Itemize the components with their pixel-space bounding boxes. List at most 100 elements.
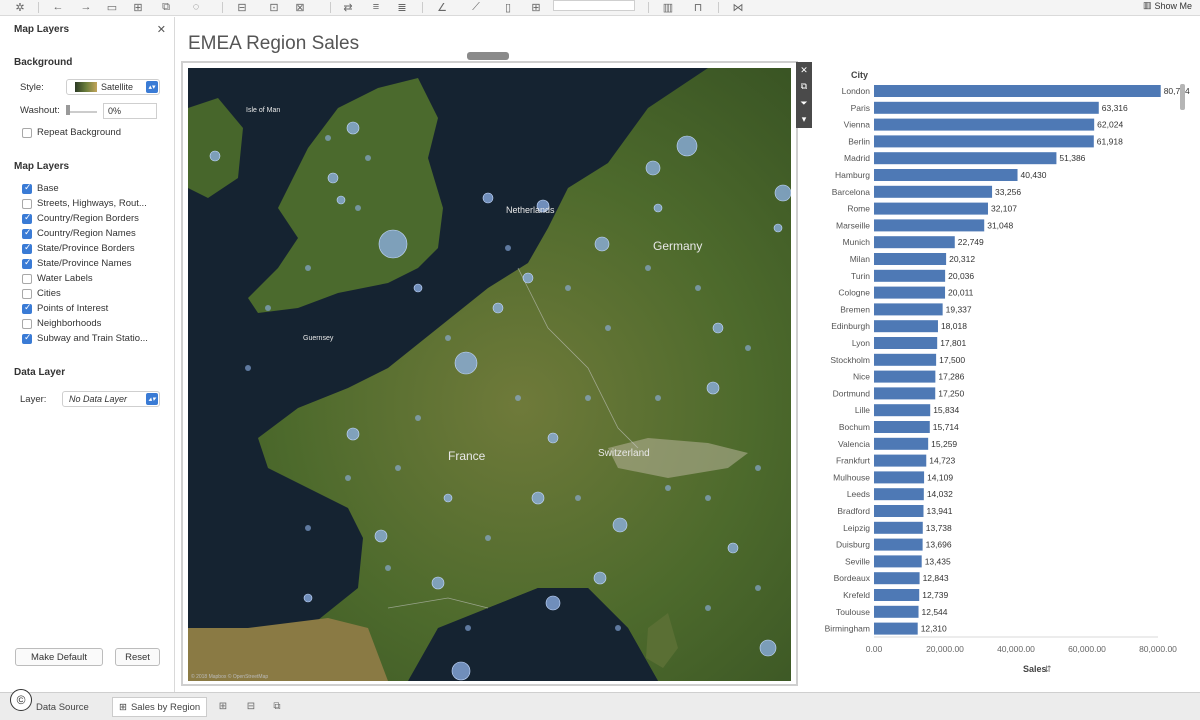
sales-mark[interactable] — [575, 495, 581, 501]
bar[interactable] — [874, 454, 927, 467]
bar[interactable] — [874, 303, 943, 316]
bar[interactable] — [874, 521, 923, 534]
tableau-icon[interactable]: ✲ — [12, 0, 28, 14]
layer-checkbox[interactable] — [22, 182, 32, 194]
sales-mark[interactable] — [676, 135, 698, 157]
satellite-map[interactable]: Isle of Man Netherlands Germany France S… — [188, 68, 791, 681]
sales-mark[interactable] — [712, 322, 724, 334]
bar[interactable] — [874, 135, 1094, 148]
sales-mark[interactable] — [655, 395, 661, 401]
sales-mark[interactable] — [346, 121, 360, 135]
sales-mark[interactable] — [515, 395, 521, 401]
tab-data-source[interactable]: Data Source — [36, 697, 89, 717]
sales-mark[interactable] — [773, 223, 783, 233]
sales-mark[interactable] — [505, 245, 511, 251]
bar[interactable] — [874, 85, 1161, 97]
zoom-area-icon[interactable]: ⧉ — [801, 81, 807, 92]
bar[interactable] — [874, 236, 955, 249]
sales-mark[interactable] — [355, 205, 361, 211]
sales-mark[interactable] — [705, 495, 711, 501]
sales-mark[interactable] — [336, 195, 346, 205]
washout-slider-handle[interactable] — [66, 105, 70, 115]
sales-mark[interactable] — [325, 135, 331, 141]
back-icon[interactable]: ← — [50, 0, 66, 14]
sales-mark[interactable] — [327, 172, 339, 184]
sales-mark[interactable] — [531, 491, 545, 505]
washout-input[interactable]: 0% — [103, 103, 157, 119]
sales-mark[interactable] — [365, 155, 371, 161]
fit-dropdown[interactable] — [553, 0, 635, 11]
sales-mark[interactable] — [755, 585, 761, 591]
bar[interactable] — [874, 589, 920, 601]
reset-button[interactable]: Reset — [115, 648, 160, 666]
pause-icon[interactable]: ⧉ — [158, 0, 174, 14]
sales-mark[interactable] — [594, 236, 610, 252]
label-icon[interactable]: ⟋ — [468, 0, 484, 14]
sales-mark[interactable] — [443, 493, 453, 503]
sales-mark[interactable] — [774, 184, 791, 202]
sales-mark[interactable] — [415, 415, 421, 421]
layer-checkbox[interactable] — [22, 319, 32, 329]
close-icon[interactable]: ✕ — [800, 65, 808, 76]
sales-mark[interactable] — [485, 535, 491, 541]
share-icon[interactable]: ⋈ — [730, 0, 746, 14]
filter-icon[interactable]: ⏷ — [800, 98, 807, 109]
bar[interactable] — [874, 421, 930, 433]
bar[interactable] — [874, 269, 946, 282]
sales-mark[interactable] — [305, 525, 311, 531]
sales-mark[interactable] — [585, 395, 591, 401]
sales-mark[interactable] — [645, 160, 661, 176]
layer-checkbox[interactable] — [22, 302, 32, 314]
layer-checkbox[interactable] — [22, 289, 32, 299]
sales-mark[interactable] — [374, 529, 388, 543]
bar[interactable] — [874, 370, 936, 383]
map-view[interactable]: Isle of Man Netherlands Germany France S… — [181, 61, 798, 686]
sales-mark[interactable] — [451, 661, 471, 681]
forward-icon[interactable]: → — [78, 0, 94, 14]
sales-mark[interactable] — [345, 475, 351, 481]
sales-mark[interactable] — [209, 150, 221, 162]
bar[interactable] — [874, 555, 922, 568]
sales-mark[interactable] — [705, 605, 711, 611]
bar[interactable] — [874, 253, 947, 265]
more-options-icon[interactable]: ▾ — [802, 114, 807, 125]
layer-checkbox[interactable] — [22, 227, 32, 239]
bar[interactable] — [874, 353, 937, 366]
sales-mark[interactable] — [431, 576, 445, 590]
bar[interactable] — [874, 605, 919, 618]
group-icon[interactable]: ⊞ — [528, 0, 544, 14]
sales-mark[interactable] — [645, 265, 651, 271]
sort-icon[interactable]: ⇵ — [1044, 664, 1052, 674]
bar[interactable] — [874, 488, 924, 501]
bar[interactable] — [874, 101, 1099, 114]
bar[interactable] — [874, 152, 1057, 165]
bar[interactable] — [874, 219, 985, 232]
new-datasource-icon[interactable]: ⊞ — [130, 0, 146, 14]
sort-ascending-icon[interactable]: ≡ — [368, 0, 384, 14]
highlight-icon[interactable]: ∠ — [434, 0, 450, 14]
sales-mark[interactable] — [385, 565, 391, 571]
sales-mark[interactable] — [653, 203, 663, 213]
layer-checkbox[interactable] — [22, 257, 32, 269]
layer-checkbox[interactable] — [22, 242, 32, 254]
layer-checkbox[interactable] — [22, 274, 32, 284]
sales-mark[interactable] — [482, 192, 494, 204]
show-cards-icon[interactable]: ▥ — [660, 0, 676, 14]
sort-descending-icon[interactable]: ≣ — [394, 0, 410, 14]
layer-checkbox[interactable] — [22, 332, 32, 344]
sales-mark[interactable] — [492, 302, 504, 314]
sales-mark[interactable] — [727, 542, 739, 554]
style-select[interactable]: Satellite ▴▾ — [66, 79, 160, 95]
new-dashboard-icon[interactable]: ⊟ — [244, 699, 258, 713]
sales-mark[interactable] — [745, 345, 751, 351]
sales-mark[interactable] — [545, 595, 561, 611]
bar[interactable] — [874, 202, 988, 215]
sales-mark[interactable] — [413, 283, 423, 293]
sales-mark[interactable] — [265, 305, 271, 311]
washout-slider-track[interactable] — [67, 111, 97, 113]
bar[interactable] — [874, 118, 1095, 131]
sales-mark[interactable] — [346, 427, 360, 441]
bar[interactable] — [874, 538, 923, 551]
bar[interactable] — [874, 404, 931, 417]
drag-handle[interactable] — [467, 52, 509, 60]
